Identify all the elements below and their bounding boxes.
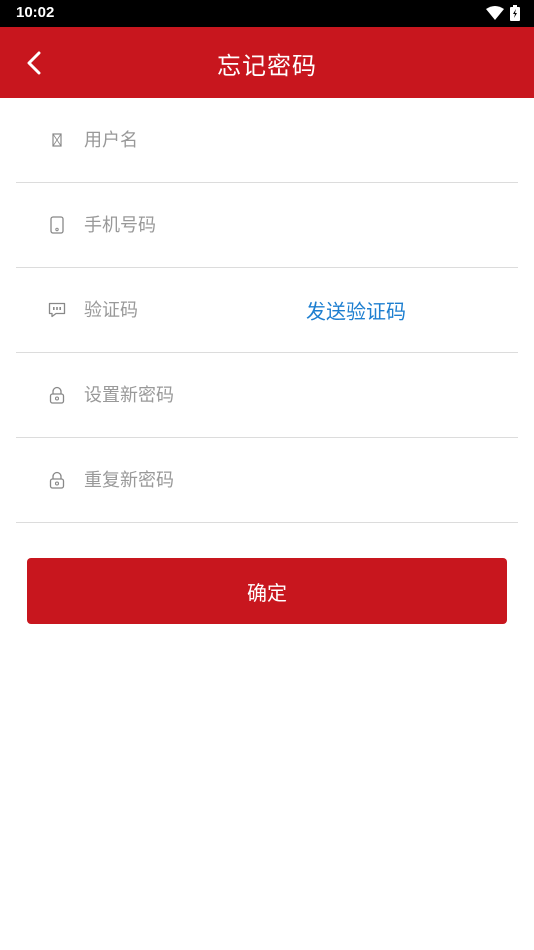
confirm-button[interactable]: 确定 <box>27 558 507 624</box>
page-title: 忘记密码 <box>217 52 317 80</box>
lock-icon <box>48 471 66 489</box>
wifi-icon <box>486 6 504 20</box>
code-row: 发送验证码 <box>16 268 518 353</box>
phone-row <box>16 183 518 268</box>
battery-icon <box>510 5 520 21</box>
phone-input[interactable] <box>84 208 344 242</box>
repeat-password-row <box>16 438 518 523</box>
status-time: 10:02 <box>16 4 55 21</box>
phone-icon <box>48 216 66 234</box>
send-code-button[interactable]: 发送验证码 <box>306 296 406 325</box>
status-icons <box>486 5 520 21</box>
user-icon <box>48 131 66 149</box>
forgot-password-form: 发送验证码 <box>16 98 518 523</box>
lock-icon <box>48 386 66 404</box>
message-icon <box>48 301 66 319</box>
new-password-input[interactable] <box>84 378 344 412</box>
new-password-row <box>16 353 518 438</box>
app-header: 忘记密码 <box>0 27 534 98</box>
username-input[interactable] <box>84 123 344 157</box>
verification-code-input[interactable] <box>84 293 284 327</box>
repeat-password-input[interactable] <box>84 463 344 497</box>
username-row <box>16 98 518 183</box>
status-bar: 10:02 <box>0 0 534 27</box>
